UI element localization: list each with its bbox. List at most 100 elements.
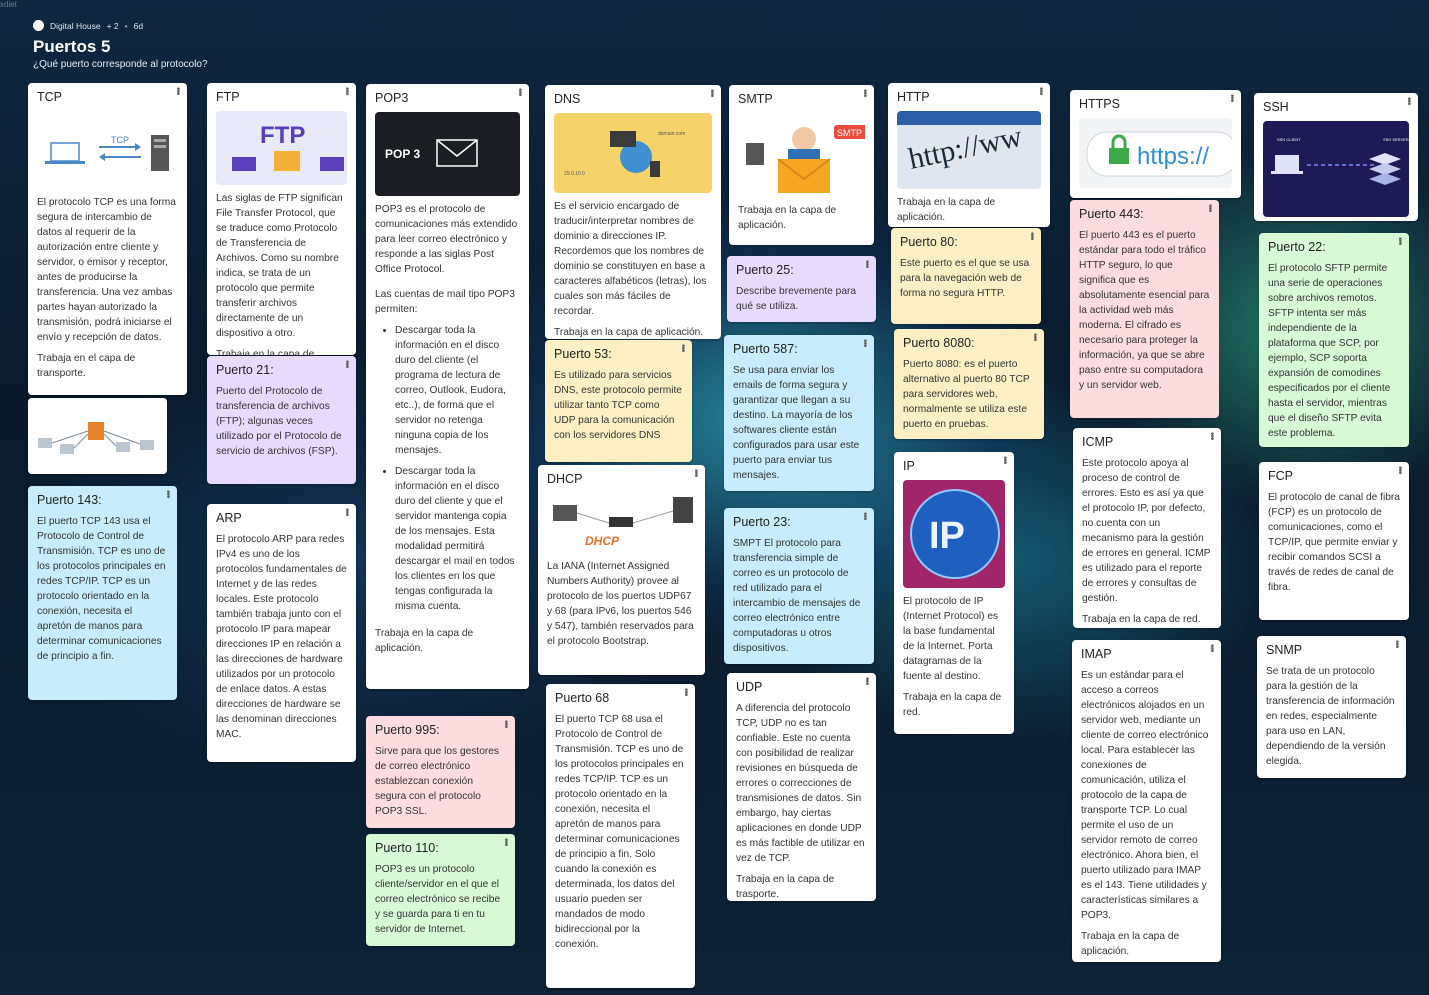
workspace-name[interactable]: Digital House	[50, 21, 101, 31]
card-menu-icon[interactable]: •••	[341, 87, 352, 95]
card-imap[interactable]: ••• IMAP Es un estándar para el acceso a…	[1072, 640, 1221, 962]
card-icmp[interactable]: ••• ICMP Este protocolo apoya al proceso…	[1073, 428, 1221, 628]
card-menu-icon[interactable]: •••	[859, 339, 870, 347]
card-ip[interactable]: ••• IP IP El protocolo de IP (Internet P…	[894, 452, 1014, 734]
card-puerto-587[interactable]: ••• Puerto 587: Se usa para enviar los e…	[724, 335, 874, 491]
card-menu-icon[interactable]: •••	[861, 677, 872, 685]
card-menu-icon[interactable]: •••	[690, 469, 701, 477]
card-puerto-443[interactable]: ••• Puerto 443: El puerto 443 es el puer…	[1070, 200, 1219, 418]
card-menu-icon[interactable]: •••	[341, 360, 352, 368]
card-menu-icon[interactable]: •••	[861, 260, 872, 268]
card-text: POP3 es un protocolo cliente/servidor en…	[375, 864, 501, 935]
card-pop3[interactable]: ••• POP3 POP 3 POP3 es el protocolo de c…	[366, 84, 529, 689]
card-title: Puerto 8080:	[903, 336, 975, 350]
ssh-image: SSH CLIENT SSH SERVER	[1263, 121, 1409, 217]
card-tcp[interactable]: ••• TCP TCP El protocolo TCP es una form…	[28, 83, 187, 395]
card-puerto-8080[interactable]: ••• Puerto 8080: Puerto 8080: es el puer…	[894, 329, 1044, 439]
card-layer-text: Trabaja en la capa de aplicación.	[554, 327, 704, 338]
card-menu-icon[interactable]: •••	[1204, 204, 1215, 212]
card-title: SSH	[1263, 100, 1289, 114]
ip-image-label: IP	[929, 515, 965, 557]
card-menu-icon[interactable]: •••	[341, 508, 352, 516]
card-menu-icon[interactable]: •••	[1391, 640, 1402, 648]
card-text: El puerto TCP 143 usa el Protocolo de Co…	[37, 516, 166, 662]
card-puerto-22[interactable]: ••• Puerto 22: El protocolo SFTP permite…	[1259, 233, 1409, 447]
http-image: http://ww	[897, 111, 1041, 189]
card-menu-icon[interactable]: •••	[706, 89, 717, 97]
card-menu-icon[interactable]: •••	[1206, 644, 1217, 652]
card-ssh[interactable]: ••• SSH SSH CLIENT SSH SERVER	[1254, 93, 1418, 221]
card-network-diagram[interactable]	[28, 398, 167, 474]
card-puerto-53[interactable]: ••• Puerto 53: Es utilizado para servici…	[545, 340, 692, 462]
card-snmp[interactable]: ••• SNMP Se trata de un protocolo para l…	[1257, 636, 1406, 778]
card-dns[interactable]: ••• DNS domain.com 29.0.10.0 Es el servi…	[545, 85, 721, 339]
card-text: El protocolo TCP es una forma segura de …	[37, 197, 176, 343]
card-menu-icon[interactable]: •••	[1035, 87, 1046, 95]
card-layer-text: Trabaja en la capa de trasporte.	[736, 874, 835, 900]
card-text: El puerto 443 es el puerto estándar para…	[1079, 230, 1210, 391]
card-layer-text: Trabaja en la capa de red.	[1082, 614, 1201, 625]
card-title: HTTP	[897, 90, 930, 104]
http-image-label: http://ww	[906, 120, 1026, 176]
card-text: Sirve para que los gestores de correo el…	[375, 746, 500, 817]
card-menu-icon[interactable]: •••	[1206, 432, 1217, 440]
tcp-image-label: TCP	[111, 135, 129, 145]
card-title: POP3	[375, 91, 409, 105]
card-puerto-68[interactable]: ••• Puerto 68 El puerto TCP 68 usa el Pr…	[546, 684, 695, 988]
card-dhcp[interactable]: ••• DHCP DHCP La IANA (Internet Assigned…	[538, 465, 705, 675]
card-arp[interactable]: ••• ARP El protocolo ARP para redes IPv4…	[207, 504, 356, 762]
card-menu-icon[interactable]: •••	[1026, 232, 1037, 240]
card-puerto-25[interactable]: ••• Puerto 25: Describe brevemente para …	[727, 256, 876, 322]
card-title: Puerto 53:	[554, 347, 612, 361]
card-text: Se trata de un protocolo para la gestión…	[1266, 666, 1395, 767]
card-menu-icon[interactable]: •••	[162, 490, 173, 498]
card-puerto-143[interactable]: ••• Puerto 143: El puerto TCP 143 usa el…	[28, 486, 177, 700]
board-header: Digital House + 2 • 6d Puertos 5 ¿Qué pu…	[33, 20, 208, 70]
card-text: SMPT El protocolo para transferencia sim…	[733, 538, 861, 654]
board-age: 6d	[133, 20, 144, 31]
card-puerto-80[interactable]: ••• Puerto 80: Este puerto es el que se …	[891, 228, 1041, 324]
network-diagram-image	[28, 398, 167, 474]
card-title: Puerto 25:	[736, 263, 794, 277]
card-puerto-110[interactable]: ••• Puerto 110: POP3 es un protocolo cli…	[366, 834, 515, 946]
card-puerto-21[interactable]: ••• Puerto 21: Puerto del Protocolo de t…	[207, 356, 356, 484]
card-text: POP3 es el protocolo de comunicaciones m…	[375, 204, 518, 275]
card-title: Puerto 443:	[1079, 207, 1144, 221]
card-menu-icon[interactable]: •••	[1394, 466, 1405, 474]
card-menu-icon[interactable]: •••	[1403, 97, 1414, 105]
card-title: DHCP	[547, 472, 583, 486]
card-udp[interactable]: ••• UDP A diferencia del protocolo TCP, …	[727, 673, 876, 901]
card-menu-icon[interactable]: •••	[859, 89, 870, 97]
page-subtitle: ¿Qué puerto corresponde al protocolo?	[33, 59, 208, 70]
card-menu-icon[interactable]: •••	[859, 512, 870, 520]
collaborators-count[interactable]: + 2	[107, 21, 119, 31]
list-item: Descargar toda la información en el disc…	[395, 464, 520, 614]
card-menu-icon[interactable]: •••	[1029, 333, 1040, 341]
card-ftp[interactable]: ••• FTP FTP Las siglas de FTP significan…	[207, 83, 356, 355]
dhcp-image-label: DHCP	[585, 534, 620, 548]
card-puerto-23[interactable]: ••• Puerto 23: SMPT El protocolo para tr…	[724, 508, 874, 664]
card-puerto-995[interactable]: ••• Puerto 995: Sirve para que los gesto…	[366, 716, 515, 828]
card-title: FCP	[1268, 469, 1293, 483]
smtp-image-label: SMTP	[837, 128, 862, 138]
card-title: HTTPS	[1079, 97, 1120, 111]
card-menu-icon[interactable]: •••	[514, 88, 525, 96]
card-fcp[interactable]: ••• FCP El protocolo de canal de fibra (…	[1259, 462, 1409, 620]
card-title: ARP	[216, 511, 242, 525]
card-text: Este protocolo apoya al proceso de contr…	[1082, 458, 1211, 604]
card-text: Es el servicio encargado de traducir/int…	[554, 201, 707, 317]
card-menu-icon[interactable]: •••	[677, 344, 688, 352]
card-http[interactable]: ••• HTTP http://ww Trabaja en la capa de…	[888, 83, 1050, 227]
card-menu-icon[interactable]: •••	[680, 688, 691, 696]
dns-image: domain.com 29.0.10.0	[554, 113, 712, 193]
card-menu-icon[interactable]: •••	[172, 87, 183, 95]
card-menu-icon[interactable]: •••	[500, 838, 511, 846]
card-https[interactable]: ••• HTTPS https://	[1070, 90, 1241, 198]
card-menu-icon[interactable]: •••	[500, 720, 511, 728]
card-title: IMAP	[1081, 647, 1112, 661]
card-menu-icon[interactable]: •••	[1394, 237, 1405, 245]
card-menu-icon[interactable]: •••	[999, 456, 1010, 464]
card-smtp[interactable]: ••• SMTP SMTP Trabaja en la capa de apli…	[729, 85, 874, 245]
card-menu-icon[interactable]: •••	[1226, 94, 1237, 102]
card-title: DNS	[554, 92, 581, 106]
